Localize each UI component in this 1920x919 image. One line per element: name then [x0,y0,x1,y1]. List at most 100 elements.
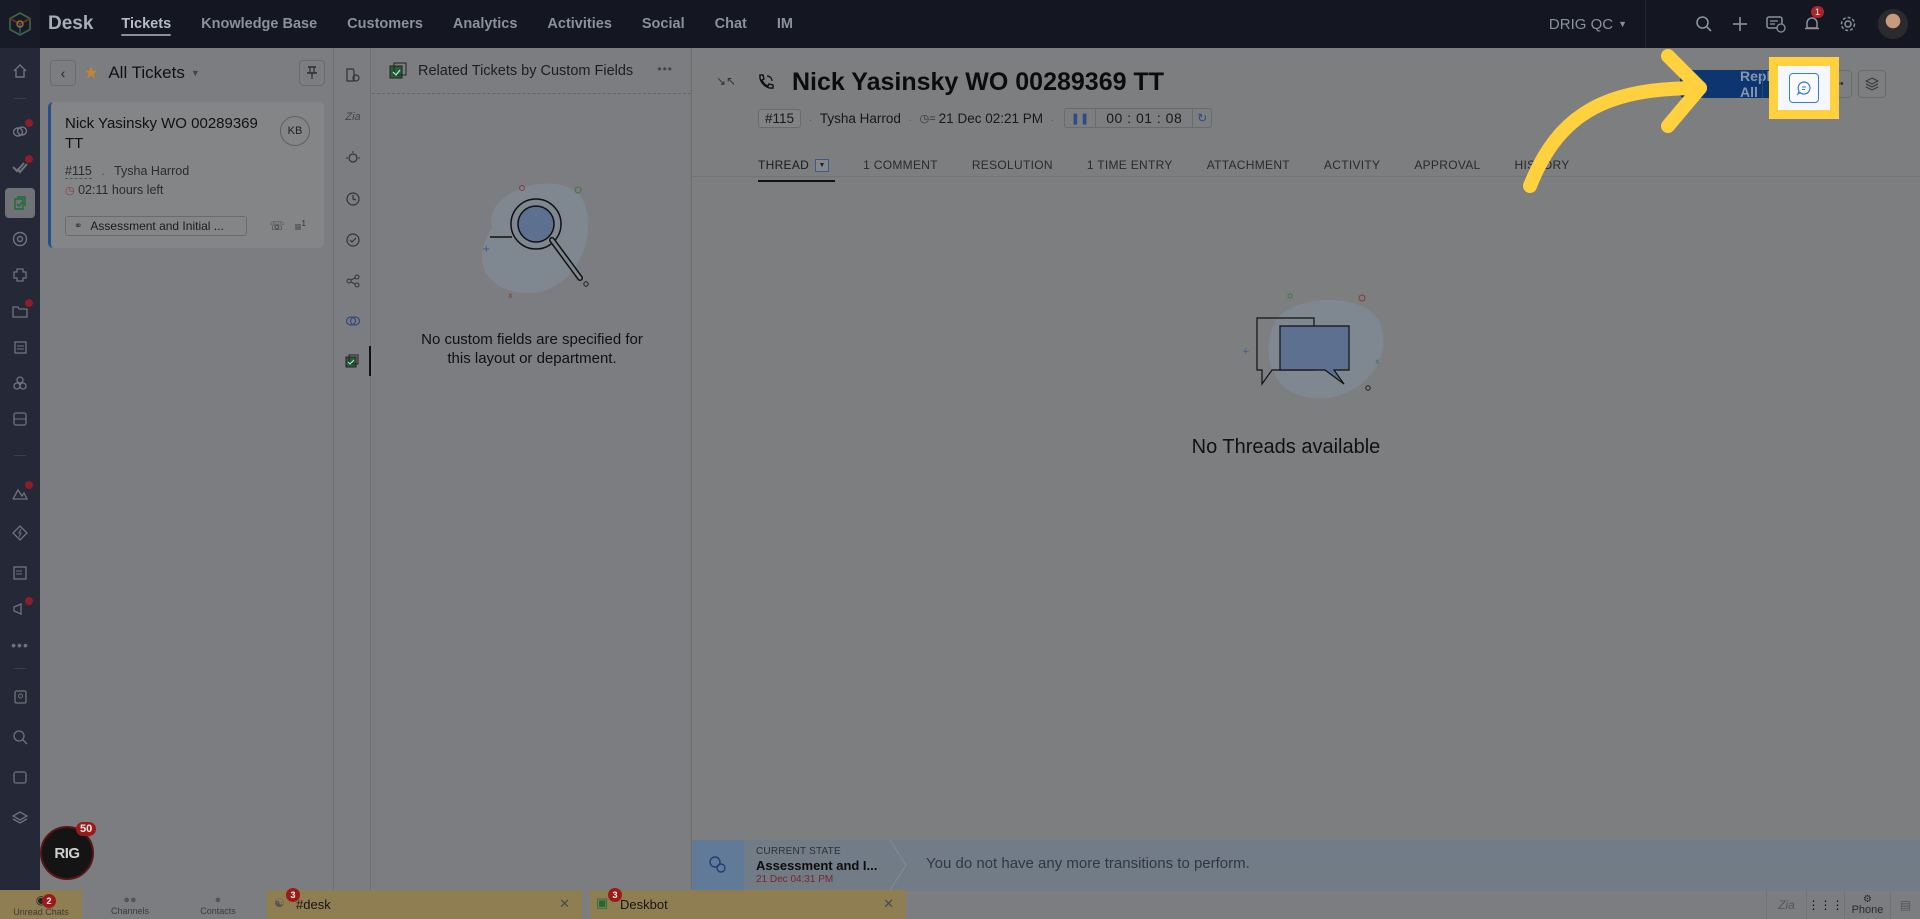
document-stack-icon [14,341,27,354]
rail-contacts-book[interactable] [5,682,35,712]
tool-related-tickets[interactable] [335,346,371,376]
related-empty-message: No custom fields are specified for this … [372,330,692,368]
reset-timer-button[interactable]: ↻ [1192,109,1211,127]
clock-icon: ◷ [65,185,75,197]
tabs-divider [692,176,1920,177]
tool-share[interactable] [335,266,371,296]
add-comment-button[interactable] [1789,73,1819,103]
view-dropdown-icon[interactable]: ▼ [191,68,200,78]
org-switcher[interactable]: DRIG QC ▼ [1549,0,1646,48]
status-chip[interactable]: ⚭ Assessment and Initial ... [65,216,247,236]
search-icon [1696,16,1712,32]
back-button[interactable]: ‹ [50,60,76,86]
current-state[interactable]: CURRENT STATE Assessment and I... 21 Dec… [756,846,877,885]
drig-logo-text: RIG [54,844,80,862]
notes-button[interactable]: ▤ [1890,890,1920,919]
collapse-icon[interactable]: ↘↖ [716,74,736,88]
rail-more[interactable]: ••• [5,630,35,660]
rail-tickets[interactable] [5,188,35,218]
rail-reports[interactable] [5,296,35,326]
rail-home[interactable] [5,56,35,86]
rail-search-help[interactable] [5,722,35,752]
unread-chats-badge: 2 [42,894,56,908]
rail-wallet[interactable] [5,762,35,792]
nav-im[interactable]: IM [777,0,793,48]
tool-history[interactable] [335,184,371,214]
article-icon [13,566,27,580]
rail-boards[interactable] [5,404,35,434]
pin-button[interactable] [299,60,325,86]
dialpad-button[interactable]: ⋮⋮⋮ [1806,890,1844,919]
rail-links[interactable] [5,116,35,146]
settings-button[interactable] [1830,6,1866,42]
favorite-star-icon[interactable]: ★ [84,63,98,83]
ticket-timer: ❚❚ 00 : 01 : 08 ↻ [1063,108,1213,128]
tool-linked[interactable] [335,306,371,336]
rail-approvals[interactable] [5,152,35,182]
nav-knowledge-base[interactable]: Knowledge Base [201,0,317,48]
rail-documents[interactable] [5,332,35,362]
view-title[interactable]: All Tickets [108,63,185,83]
rail-mentions[interactable] [5,224,35,254]
tool-suggestions[interactable] [335,143,371,173]
channels-icon: ●● [123,893,137,906]
ticket-due: ◷ 02:11 hours left [65,183,310,197]
app-logo[interactable] [0,0,40,48]
thread-count: 1 [301,219,306,228]
rail-layers[interactable] [5,802,35,832]
layers-button[interactable] [1858,70,1886,98]
ticket-alerts-button[interactable] [1758,6,1794,42]
unread-chats-label: Unread Chats [13,906,69,917]
notifications-button[interactable]: 1 [1794,6,1830,42]
ticket-card[interactable]: Nick Yasinsky WO 00289369 TT KB #115 . T… [48,102,324,248]
ticket-icon [14,196,26,210]
ticket-number[interactable]: #115 [758,108,802,128]
rail-campaigns[interactable] [5,594,35,624]
nav-activities[interactable]: Activities [547,0,611,48]
ticket-contact[interactable]: Tysha Harrod [114,164,189,178]
nav-chat[interactable]: Chat [715,0,747,48]
ticket-contact[interactable]: Tysha Harrod [820,111,901,126]
rail-integrations[interactable] [5,260,35,290]
cube-logo-icon [9,12,31,36]
nav-tickets[interactable]: Tickets [121,0,171,48]
close-icon[interactable]: ✕ [559,896,570,912]
chat-tab-desk[interactable]: ☯ 3 #desk ✕ [266,888,582,919]
close-icon[interactable]: ✕ [883,896,894,912]
rail-kb[interactable] [5,558,35,588]
blueprint-icon [692,840,744,890]
assignee-avatar[interactable]: KB [280,116,310,146]
contacts-tab[interactable]: ● Contacts [180,890,256,919]
nav-social[interactable]: Social [642,0,685,48]
current-state-label: CURRENT STATE [756,846,841,857]
user-avatar[interactable] [1878,9,1908,39]
chat-tab-badge: 3 [608,888,622,902]
channels-tab[interactable]: ●● Channels [92,890,168,919]
rail-assets[interactable] [5,368,35,398]
pause-timer-button[interactable]: ❚❚ [1065,109,1097,127]
chat-bubbles-illustration: + x [1242,293,1384,399]
ticket-number[interactable]: #115 [65,164,92,179]
chat-tab-deskbot[interactable]: ▣ 3 Deskbot ✕ [590,888,906,919]
tool-tasks[interactable] [335,225,371,255]
zia-button[interactable]: Zia [1766,890,1806,919]
empty-message-line2: this layout or department. [447,350,617,367]
thread-count-icon[interactable]: ≡1 [295,219,306,234]
ticket-card-title[interactable]: Nick Yasinsky WO 00289369 TT [65,114,265,154]
notes-icon: ▤ [1899,897,1912,912]
more-options-icon[interactable]: ••• [657,62,673,76]
ticket-meta-row: #115 . Tysha Harrod . ◷= 21 Dec 02:21 PM… [758,108,1213,128]
unread-chats-tab[interactable]: ◉ Unread Chats 2 [0,890,82,919]
nav-analytics[interactable]: Analytics [453,0,517,48]
tool-ticket-properties[interactable] [335,60,371,90]
thread-filter-dropdown[interactable]: ▼ [815,158,830,172]
search-button[interactable] [1686,6,1722,42]
add-button[interactable] [1722,6,1758,42]
tool-zia[interactable]: Zia [335,102,371,132]
phone-button[interactable]: ⚙ Phone [1844,890,1890,919]
rail-analytics-mountain[interactable] [5,478,35,508]
nav-customers[interactable]: Customers [347,0,423,48]
rail-automation[interactable] [5,518,35,548]
highlighted-add-comment-button[interactable] [1769,57,1839,119]
more-dots-icon: ••• [11,637,29,653]
